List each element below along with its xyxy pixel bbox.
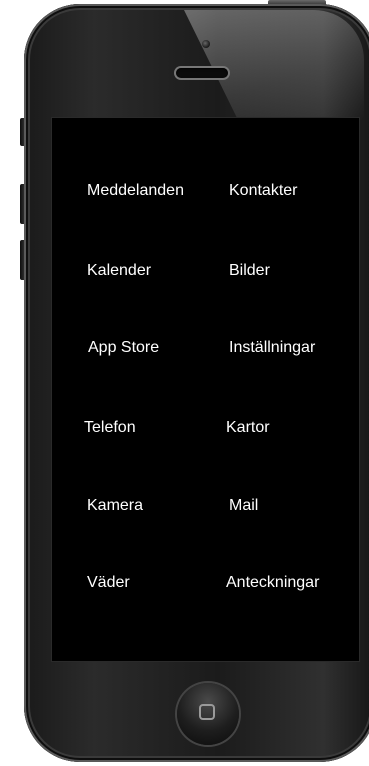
app-kamera[interactable]: Kamera bbox=[87, 497, 143, 515]
app-kartor[interactable]: Kartor bbox=[226, 419, 270, 437]
app-mail[interactable]: Mail bbox=[229, 497, 258, 515]
app-vader[interactable]: Väder bbox=[87, 574, 130, 592]
app-bilder[interactable]: Bilder bbox=[229, 262, 270, 280]
front-camera-icon bbox=[202, 40, 210, 48]
app-anteckningar[interactable]: Anteckningar bbox=[226, 574, 319, 592]
phone-mockup: Meddelanden Kontakter Kalender Bilder Ap… bbox=[0, 0, 369, 766]
app-telefon[interactable]: Telefon bbox=[84, 419, 136, 437]
home-square-icon bbox=[199, 704, 215, 720]
app-kontakter[interactable]: Kontakter bbox=[229, 182, 297, 200]
home-screen: Meddelanden Kontakter Kalender Bilder Ap… bbox=[51, 117, 360, 662]
app-kalender[interactable]: Kalender bbox=[87, 262, 151, 280]
home-button[interactable] bbox=[177, 683, 239, 745]
app-installningar[interactable]: Inställningar bbox=[229, 339, 315, 357]
speaker-grille-icon bbox=[176, 68, 228, 78]
app-meddelanden[interactable]: Meddelanden bbox=[87, 182, 184, 200]
app-app-store[interactable]: App Store bbox=[88, 339, 159, 357]
